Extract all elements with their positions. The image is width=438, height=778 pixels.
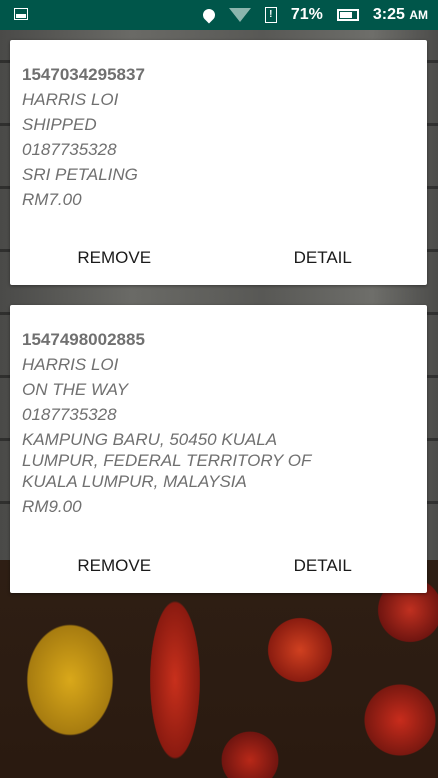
phone-number: 0187735328 [22,405,117,424]
order-amount: RM7.00 [22,190,82,209]
address: KAMPUNG BARU, 50450 KUALA LUMPUR, FEDERA… [22,430,312,491]
clock: 3:25 AM [373,6,428,24]
detail-button[interactable]: DETAIL [219,555,428,577]
order-status: ON THE WAY [22,380,129,399]
order-card: 1547034295837 HARRIS LOI SHIPPED 0187735… [10,40,427,285]
order-card: 1547498002885 HARRIS LOI ON THE WAY 0187… [10,305,427,593]
order-status: SHIPPED [22,115,97,134]
customer-name: HARRIS LOI [22,355,119,374]
clock-ampm: AM [409,8,428,22]
order-id: 1547498002885 [22,330,145,349]
phone-number: 0187735328 [22,140,117,159]
status-bar: ! 71% 3:25 AM [0,0,438,30]
order-id: 1547034295837 [22,65,145,84]
image-icon [14,8,28,20]
clock-time: 3:25 [372,6,405,23]
customer-name: HARRIS LOI [22,90,119,109]
wifi-icon [228,8,251,22]
remove-button[interactable]: REMOVE [10,247,219,269]
remove-button[interactable]: REMOVE [10,555,219,577]
battery-icon [336,9,359,21]
address: SRI PETALING [22,165,138,184]
order-amount: RM9.00 [22,497,82,516]
sim-alert-icon: ! [264,7,277,23]
detail-button[interactable]: DETAIL [219,247,428,269]
battery-percent: 71% [290,6,323,23]
location-icon [200,6,218,24]
